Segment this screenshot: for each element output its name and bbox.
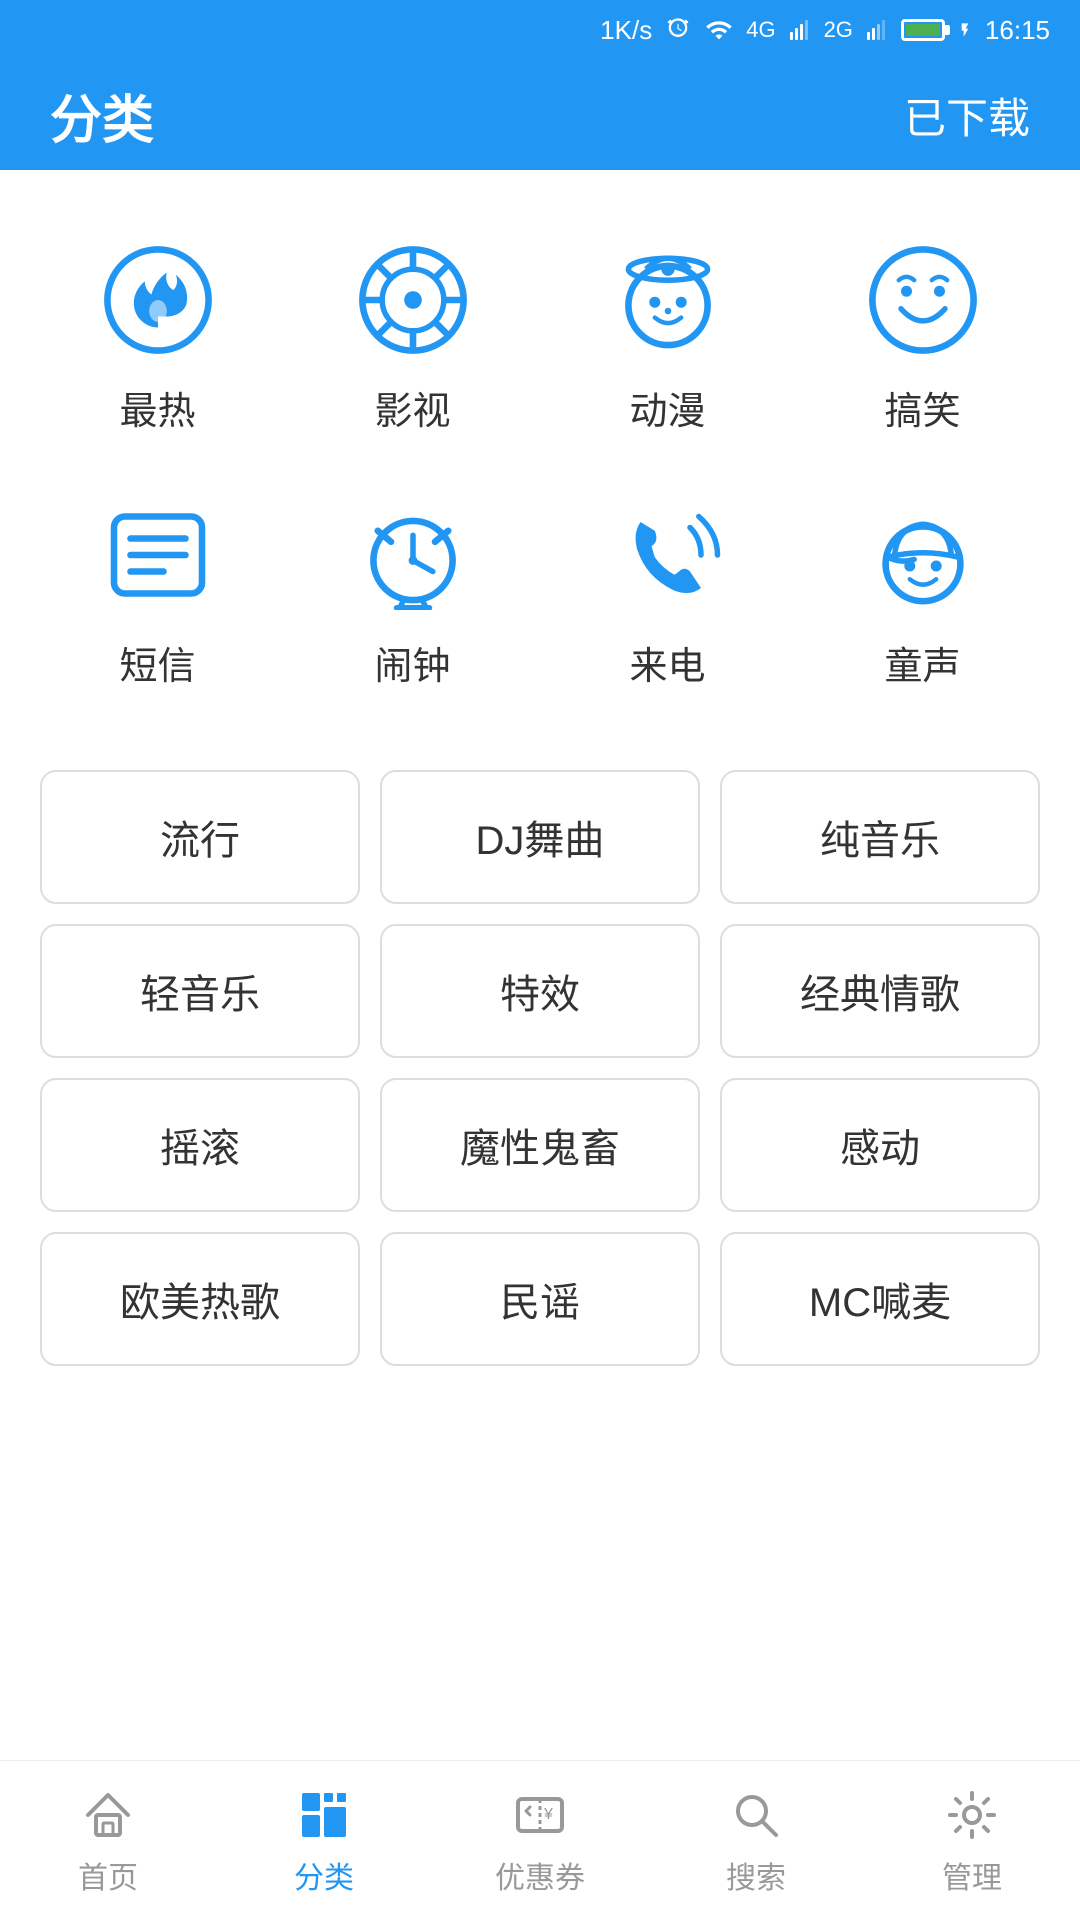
sms-icon <box>98 495 218 615</box>
nav-search[interactable]: 搜索 <box>648 1785 864 1897</box>
downloaded-button[interactable]: 已下载 <box>904 85 1030 146</box>
speed-indicator: 1K/s <box>600 15 652 46</box>
tag-folk[interactable]: 民谣 <box>380 1232 700 1366</box>
search-nav-icon <box>726 1785 786 1845</box>
tag-mc[interactable]: MC喊麦 <box>720 1232 1040 1366</box>
battery-icon <box>901 19 945 41</box>
nav-manage[interactable]: 管理 <box>864 1785 1080 1897</box>
network-label: 4G <box>746 17 775 43</box>
category-funny[interactable]: 搞笑 <box>795 210 1050 465</box>
children-icon <box>863 495 983 615</box>
category-anime[interactable]: 动漫 <box>540 210 795 465</box>
header: 分类 已下载 <box>0 60 1080 170</box>
tag-soft[interactable]: 轻音乐 <box>40 924 360 1058</box>
tag-instrumental[interactable]: 纯音乐 <box>720 770 1040 904</box>
home-nav-icon <box>78 1785 138 1845</box>
tag-popular[interactable]: 流行 <box>40 770 360 904</box>
coupon-nav-label: 优惠券 <box>495 1853 585 1897</box>
alarm-icon <box>353 495 473 615</box>
movies-label: 影视 <box>374 380 450 435</box>
svg-text:¥: ¥ <box>543 1806 553 1823</box>
main-content: 最热 影视 <box>0 170 1080 1760</box>
bottom-navigation: 首页 分类 ¥ 优惠券 <box>0 1760 1080 1920</box>
hottest-label: 最热 <box>119 380 195 435</box>
movies-icon <box>353 240 473 360</box>
category-children[interactable]: 童声 <box>795 465 1050 720</box>
manage-nav-label: 管理 <box>942 1853 1002 1897</box>
search-nav-label: 搜索 <box>726 1853 786 1897</box>
status-icons: 1K/s 4G 2G 16:15 <box>600 15 1050 46</box>
manage-nav-icon <box>942 1785 1002 1845</box>
call-label: 来电 <box>629 635 705 690</box>
nav-coupon[interactable]: ¥ 优惠券 <box>432 1785 648 1897</box>
anime-icon <box>608 240 728 360</box>
tag-rock[interactable]: 摇滚 <box>40 1078 360 1212</box>
network2-label: 2G <box>824 17 853 43</box>
sms-label: 短信 <box>119 635 195 690</box>
alarm-label: 闹钟 <box>374 635 450 690</box>
category-call[interactable]: 来电 <box>540 465 795 720</box>
category-nav-icon <box>294 1785 354 1845</box>
funny-icon <box>863 240 983 360</box>
time-display: 16:15 <box>985 15 1050 46</box>
anime-label: 动漫 <box>629 380 705 435</box>
tag-magic[interactable]: 魔性鬼畜 <box>380 1078 700 1212</box>
category-movies[interactable]: 影视 <box>285 210 540 465</box>
home-nav-label: 首页 <box>78 1853 138 1897</box>
call-icon <box>608 495 728 615</box>
category-nav-label: 分类 <box>294 1853 354 1897</box>
tag-classic[interactable]: 经典情歌 <box>720 924 1040 1058</box>
tag-dj[interactable]: DJ舞曲 <box>380 770 700 904</box>
children-label: 童声 <box>884 635 960 690</box>
category-alarm[interactable]: 闹钟 <box>285 465 540 720</box>
category-hottest[interactable]: 最热 <box>30 210 285 465</box>
tag-effect[interactable]: 特效 <box>380 924 700 1058</box>
nav-home[interactable]: 首页 <box>0 1785 216 1897</box>
tag-western[interactable]: 欧美热歌 <box>40 1232 360 1366</box>
icon-category-grid: 最热 影视 <box>30 210 1050 720</box>
funny-label: 搞笑 <box>884 380 960 435</box>
hottest-icon <box>98 240 218 360</box>
category-sms[interactable]: 短信 <box>30 465 285 720</box>
status-bar: 1K/s 4G 2G 16:15 <box>0 0 1080 60</box>
tag-touching[interactable]: 感动 <box>720 1078 1040 1212</box>
tag-category-grid: 流行 DJ舞曲 纯音乐 轻音乐 特效 经典情歌 摇滚 魔性鬼畜 感动 欧美热歌 … <box>30 770 1050 1366</box>
page-title: 分类 <box>50 78 154 153</box>
coupon-nav-icon: ¥ <box>510 1785 570 1845</box>
nav-category[interactable]: 分类 <box>216 1785 432 1897</box>
